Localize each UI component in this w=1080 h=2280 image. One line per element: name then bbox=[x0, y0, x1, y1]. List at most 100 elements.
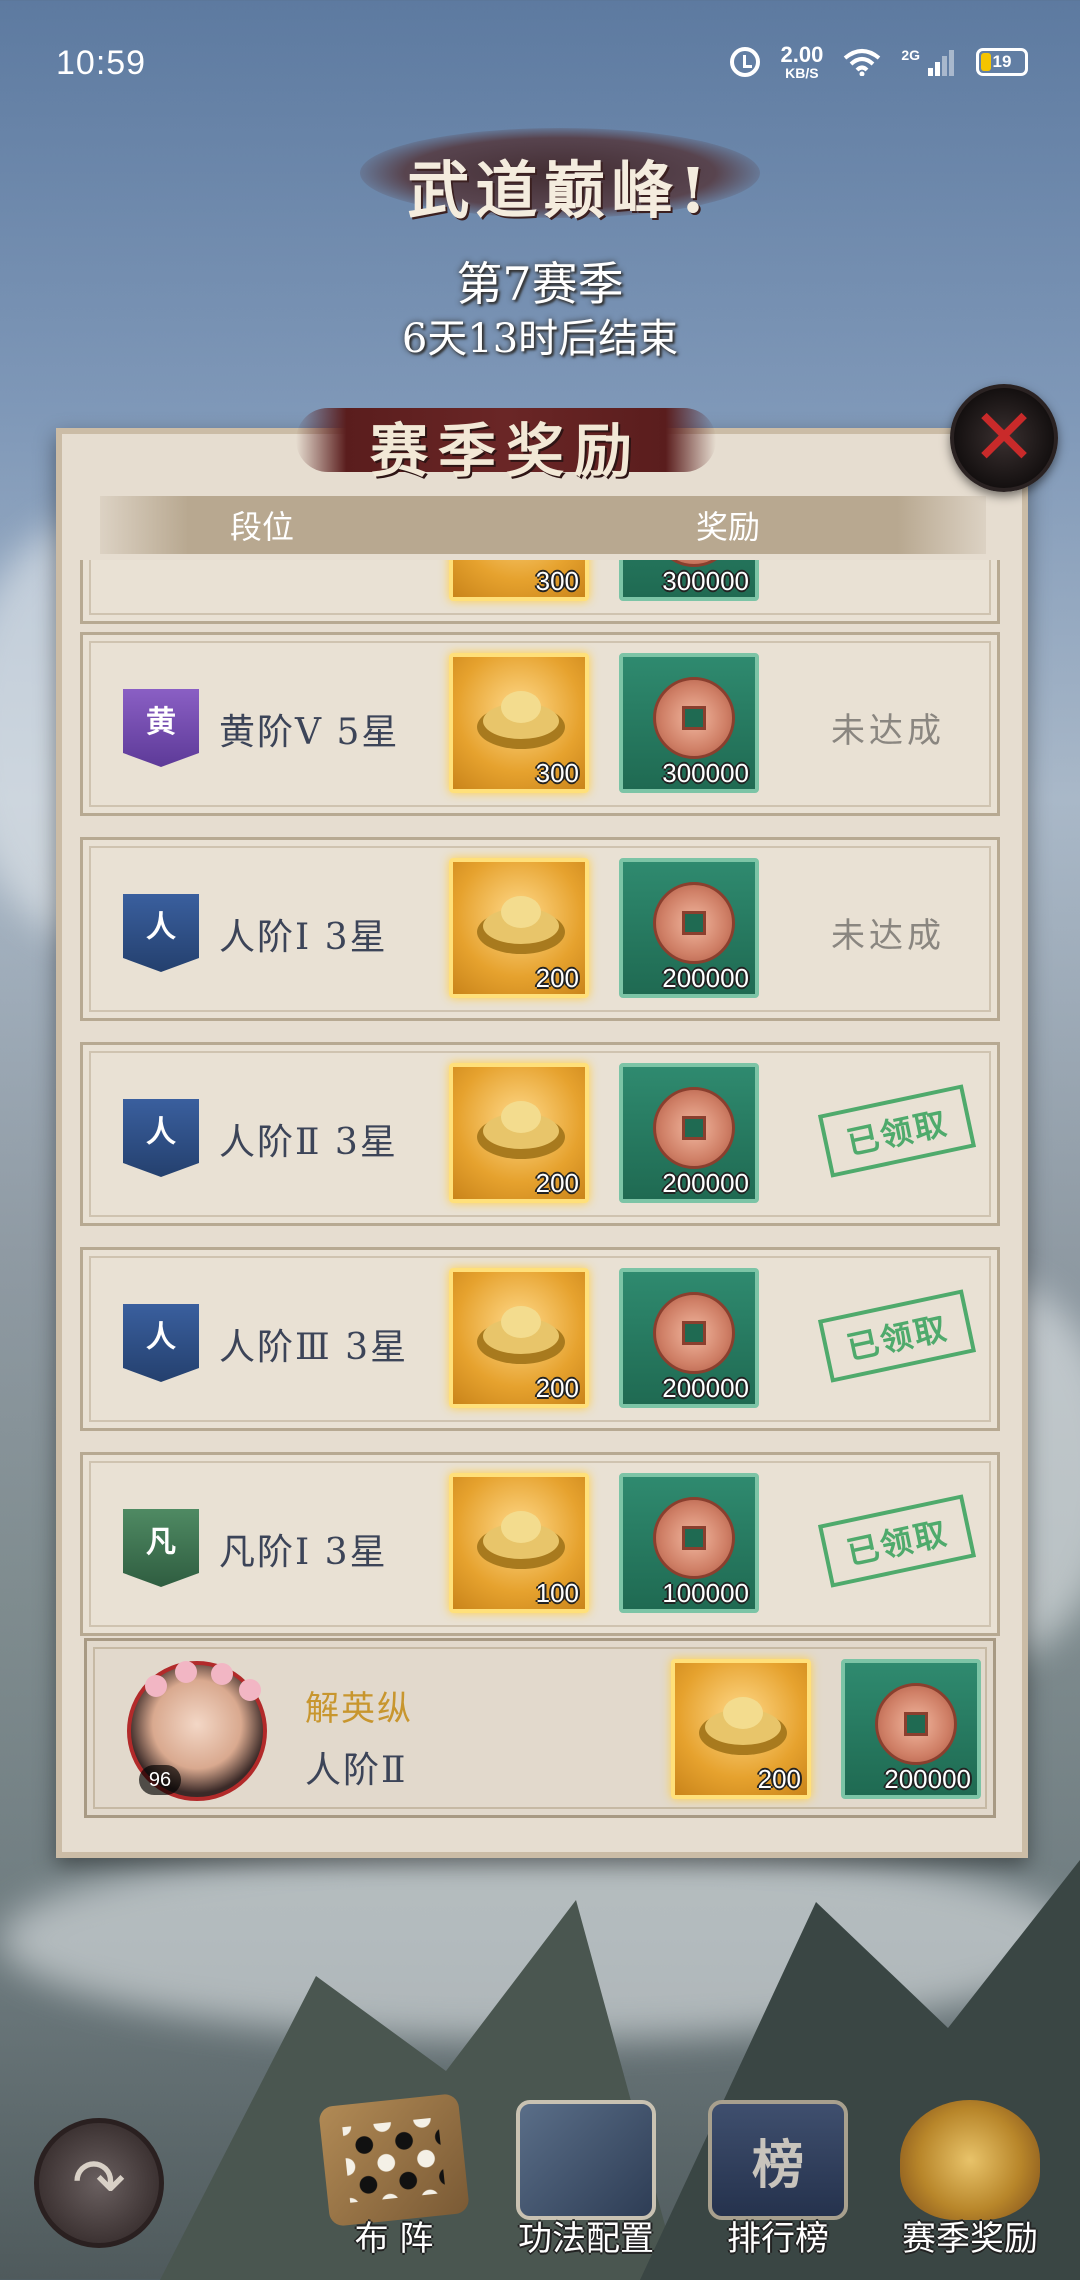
back-arrow-icon: ↶ bbox=[72, 2146, 126, 2220]
gold-amount: 300 bbox=[535, 758, 579, 788]
copper-coin-icon bbox=[653, 1497, 735, 1579]
rank-badge-icon: 凡 bbox=[123, 1509, 199, 1587]
back-button[interactable]: ↶ bbox=[34, 2118, 164, 2248]
copper-coin-reward[interactable]: 300000 bbox=[619, 560, 759, 601]
panel-title: 赛季奖励 bbox=[369, 417, 642, 485]
reward-row: 人 人阶Ⅲ 3星 200 200000 已领取 bbox=[80, 1247, 1000, 1431]
close-button[interactable]: ✕ bbox=[950, 384, 1058, 492]
network-speed-unit: KB/S bbox=[785, 65, 819, 81]
nav-skill-config[interactable]: 功法配置 bbox=[496, 2090, 676, 2270]
claimed-stamp: 已领取 bbox=[817, 1494, 977, 1588]
gold-amount: 200 bbox=[535, 1168, 579, 1198]
copper-coin-reward[interactable]: 300000 bbox=[619, 653, 759, 793]
rank-label: 人阶Ⅰ 3星 bbox=[219, 917, 388, 958]
reward-status-unachieved: 未达成 bbox=[831, 711, 945, 751]
nav-ranking[interactable]: 榜 排行榜 bbox=[688, 2090, 868, 2270]
copper-coin-reward[interactable]: 200000 bbox=[619, 1268, 759, 1408]
gold-ingot-icon bbox=[477, 691, 565, 749]
coin-amount: 300000 bbox=[662, 758, 749, 788]
status-indicators: 2.00 KB/S 2G 19 bbox=[730, 44, 1028, 80]
rank-label: 人阶Ⅱ 3星 bbox=[219, 1122, 398, 1163]
reward-row: 人 人阶Ⅰ 3星 200 200000 未达成 bbox=[80, 837, 1000, 1021]
coin-amount: 200000 bbox=[662, 963, 749, 993]
season-countdown: 6天13时后结束 bbox=[401, 316, 679, 362]
copper-coin-icon bbox=[653, 677, 735, 759]
battery-icon: 19 bbox=[976, 48, 1028, 76]
claimed-stamp: 已领取 bbox=[817, 1289, 977, 1383]
season-name: 第7赛季 bbox=[456, 257, 624, 311]
rank-badge-icon: 人 bbox=[123, 1304, 199, 1382]
player-name: 解英纵 bbox=[305, 1689, 413, 1729]
reward-row: 黄 黄阶Ⅴ 5星 300 300000 未达成 bbox=[80, 632, 1000, 816]
copper-coin-reward[interactable]: 200000 bbox=[841, 1659, 981, 1799]
gold-ingot-reward[interactable]: 200 bbox=[449, 1268, 589, 1408]
claimed-stamp: 已领取 bbox=[817, 1084, 977, 1178]
rank-label: 黄阶Ⅴ 5星 bbox=[219, 712, 400, 753]
reward-list[interactable]: 300 300000 黄 黄阶Ⅴ 5星 300 300000 未达成 人 人阶Ⅰ… bbox=[80, 560, 1000, 1640]
mode-title-banner: 武道巅峰! bbox=[360, 118, 760, 228]
gold-ingot-reward[interactable]: 100 bbox=[449, 1473, 589, 1613]
treasure-pot-icon bbox=[900, 2100, 1040, 2220]
network-speed-value: 2.00 bbox=[780, 42, 824, 67]
alarm-icon bbox=[730, 47, 761, 77]
coin-amount: 100000 bbox=[662, 1578, 749, 1608]
battery-level: 19 bbox=[992, 52, 1012, 71]
player-rank-row: 96 解英纵 人阶Ⅱ 200 200000 bbox=[84, 1638, 996, 1818]
copper-coin-reward[interactable]: 200000 bbox=[619, 858, 759, 998]
rank-badge-icon: 人 bbox=[123, 894, 199, 972]
rank-label: 凡阶Ⅰ 3星 bbox=[219, 1532, 388, 1573]
reward-status-unachieved: 未达成 bbox=[831, 916, 945, 956]
books-icon bbox=[516, 2100, 656, 2220]
gold-ingot-icon bbox=[699, 1697, 787, 1755]
gold-ingot-icon bbox=[477, 1511, 565, 1569]
gold-ingot-reward[interactable]: 200 bbox=[449, 1063, 589, 1203]
gold-amount: 200 bbox=[535, 1373, 579, 1403]
reward-row: 凡 凡阶Ⅰ 3星 100 100000 已领取 bbox=[80, 1452, 1000, 1636]
gold-ingot-reward[interactable]: 300 bbox=[449, 653, 589, 793]
rank-badge-icon: 人 bbox=[123, 1099, 199, 1177]
nav-formation-label: 布 阵 bbox=[354, 2219, 434, 2259]
reward-row: 人 人阶Ⅱ 3星 200 200000 已领取 bbox=[80, 1042, 1000, 1226]
wifi-icon bbox=[844, 49, 881, 76]
close-icon: ✕ bbox=[971, 393, 1037, 483]
go-board-icon bbox=[318, 2093, 470, 2227]
player-rank: 人阶Ⅱ bbox=[305, 1750, 408, 1791]
copper-coin-icon bbox=[653, 1292, 735, 1374]
nav-formation[interactable]: 布 阵 bbox=[304, 2090, 484, 2270]
copper-coin-reward[interactable]: 100000 bbox=[619, 1473, 759, 1613]
network-speed: 2.00 KB/S bbox=[780, 42, 824, 81]
copper-coin-reward[interactable]: 200000 bbox=[619, 1063, 759, 1203]
copper-coin-icon bbox=[875, 1683, 957, 1765]
nav-ranking-label: 排行榜 bbox=[727, 2219, 829, 2259]
gold-ingot-reward[interactable]: 300 bbox=[449, 560, 589, 601]
coin-amount: 200000 bbox=[884, 1764, 971, 1794]
mode-title: 武道巅峰! bbox=[407, 154, 713, 227]
copper-coin-icon bbox=[653, 1087, 735, 1169]
coin-amount: 300000 bbox=[662, 566, 749, 596]
gold-ingot-icon bbox=[477, 1306, 565, 1364]
copper-coin-icon bbox=[653, 882, 735, 964]
reward-row: 300 300000 bbox=[80, 560, 1000, 624]
coin-amount: 200000 bbox=[662, 1373, 749, 1403]
nav-skill-config-label: 功法配置 bbox=[518, 2219, 654, 2259]
gold-ingot-icon bbox=[477, 1101, 565, 1159]
gold-ingot-reward[interactable]: 200 bbox=[671, 1659, 811, 1799]
gold-amount: 100 bbox=[535, 1578, 579, 1608]
gold-amount: 200 bbox=[757, 1764, 801, 1794]
nav-season-reward[interactable]: 赛季奖励 bbox=[880, 2090, 1060, 2270]
ranking-glyph: 榜 bbox=[751, 2134, 804, 2196]
rank-label: 人阶Ⅲ 3星 bbox=[219, 1327, 409, 1368]
gold-ingot-icon bbox=[477, 896, 565, 954]
status-bar: 10:59 2.00 KB/S 2G 19 bbox=[0, 0, 1080, 130]
signal-icon bbox=[928, 50, 954, 76]
column-reward-label: 奖励 bbox=[696, 508, 761, 546]
rank-badge-icon: 黄 bbox=[123, 689, 199, 767]
column-header: 段位 奖励 bbox=[100, 496, 986, 554]
gold-amount: 200 bbox=[535, 963, 579, 993]
gold-ingot-reward[interactable]: 200 bbox=[449, 858, 589, 998]
player-level: 96 bbox=[139, 1765, 181, 1795]
gold-ingot-icon bbox=[475, 560, 567, 561]
ranking-banner-icon: 榜 bbox=[708, 2100, 848, 2220]
column-rank-label: 段位 bbox=[230, 508, 295, 546]
panel-title-banner: 赛季奖励 bbox=[296, 390, 716, 490]
